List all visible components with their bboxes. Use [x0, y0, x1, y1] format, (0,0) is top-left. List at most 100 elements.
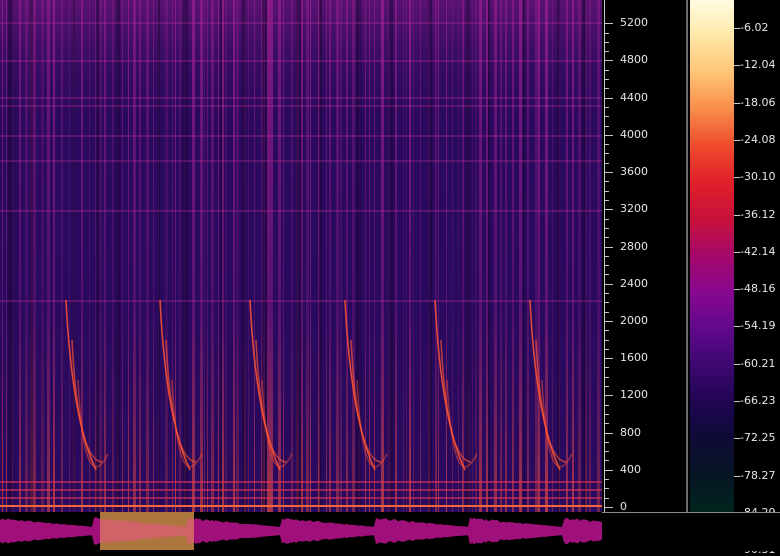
spectrogram-onset-streak	[53, 0, 55, 512]
color-scale-label: -24.08	[740, 132, 776, 146]
spectrogram-onset-streak	[413, 0, 414, 512]
spectrogram-onset-streak	[597, 0, 600, 512]
frequency-minor-tick	[604, 274, 609, 276]
spectrogram-onset-streak	[306, 0, 309, 512]
spectrogram-onset-streak	[535, 0, 538, 512]
spectrogram-onset-streak	[475, 0, 477, 512]
spectrogram-onset-streak	[458, 0, 459, 512]
spectrogram-onset-streak	[310, 0, 311, 512]
frequency-minor-tick	[604, 441, 609, 443]
frequency-minor-tick	[604, 348, 609, 350]
frequency-tick	[604, 469, 613, 471]
spectrogram-onset-streak	[486, 0, 488, 512]
color-scale-ticks: -6.02 -12.04 -18.06 -24.08 -30.10 -36.12 -42.1…	[734, 0, 780, 555]
spectrogram-onset-streak	[462, 0, 464, 512]
frequency-tick	[604, 507, 613, 508]
spectrogram-onset-streak	[33, 0, 36, 512]
color-scale-bar: -6.02 -12.04 -18.06 -24.08 -30.10 -36.12 -42.1…	[688, 0, 780, 555]
frequency-minor-tick	[604, 237, 609, 239]
spectrogram-onset-streak	[420, 0, 421, 512]
waveform-image	[0, 512, 602, 550]
frequency-minor-tick	[604, 116, 609, 118]
spectrogram-fundamental	[0, 489, 602, 491]
spectrogram-onset-streak	[112, 0, 114, 512]
frequency-minor-tick	[604, 413, 609, 415]
spectrogram-onset-streak	[69, 0, 70, 512]
frequency-minor-tick	[604, 106, 609, 108]
frequency-label: 2000	[620, 313, 648, 327]
spectrogram-onset-streak	[589, 0, 591, 512]
spectrogram-gap	[30, 0, 33, 512]
frequency-minor-tick	[604, 339, 609, 341]
color-scale-label: -48.16	[740, 282, 776, 296]
frequency-label: 4800	[620, 53, 648, 67]
spectrogram-onset-streak	[512, 0, 514, 512]
frequency-label: 800	[620, 425, 641, 439]
color-scale-label: -66.23	[740, 394, 776, 407]
spectrogram-onset-streak	[566, 0, 568, 512]
spectrogram-gap	[158, 0, 160, 512]
spectrogram-onset-streak	[494, 0, 497, 512]
frequency-minor-tick	[604, 255, 609, 257]
frequency-tick	[604, 209, 613, 211]
spectrogram-onset-streak	[225, 0, 227, 512]
frequency-minor-tick	[604, 451, 609, 453]
frequency-tick	[604, 283, 613, 285]
spectrogram-onset-streak	[133, 0, 136, 512]
spectrogram-onset-streak	[381, 0, 384, 512]
frequency-minor-tick	[604, 404, 609, 406]
spectrogram-onset-streak	[369, 0, 370, 512]
frequency-minor-tick	[604, 497, 609, 499]
frequency-label: 4400	[620, 90, 648, 104]
spectrogram-onset-streak	[139, 0, 141, 512]
frequency-minor-tick	[604, 79, 609, 81]
spectrogram-gap	[96, 0, 99, 512]
frequency-minor-tick	[604, 218, 609, 220]
spectrogram-gap	[319, 0, 322, 512]
spectrogram-onset-streak	[472, 0, 473, 512]
spectrogram-gap	[523, 0, 525, 512]
spectrogram-onset-streak	[479, 0, 482, 512]
spectrogram-gap	[389, 0, 393, 512]
spectrogram-gap	[73, 0, 75, 512]
spectrogram-onset-streak	[179, 0, 181, 512]
frequency-label: 1600	[620, 351, 648, 365]
spectrogram-onset-streak	[446, 0, 447, 512]
spectrogram-onset-streak	[374, 0, 375, 512]
spectrogram-view[interactable]	[0, 0, 602, 512]
spectrogram-harmonic-band	[0, 22, 602, 24]
spectrogram-onset-streak	[406, 0, 407, 512]
frequency-minor-tick	[604, 302, 609, 304]
spectrogram-harmonic-band	[0, 105, 602, 107]
spectrogram-gap	[242, 0, 246, 512]
spectrogram-onset-streak	[403, 0, 404, 512]
frequency-minor-tick	[604, 32, 609, 34]
spectrogram-fundamental	[0, 481, 602, 483]
frequency-tick	[604, 320, 613, 322]
spectrogram-onset-streak	[278, 0, 281, 512]
spectrogram-gap	[488, 0, 490, 512]
frequency-tick	[604, 172, 613, 174]
frequency-label: 400	[620, 462, 641, 476]
spectrogram-gap	[356, 0, 361, 512]
spectrogram-onset-streak	[99, 0, 102, 512]
spectrogram-harmonic-band	[0, 60, 602, 62]
color-scale-label: -54.19	[740, 319, 776, 333]
spectrogram-onset-streak	[200, 0, 203, 512]
spectrogram-onset-streak	[352, 0, 355, 512]
frequency-minor-tick	[604, 367, 609, 369]
frequency-minor-tick	[604, 376, 609, 378]
spectrogram-onset-streak	[192, 0, 195, 512]
waveform-overview[interactable]	[0, 512, 602, 550]
spectrogram-onset-streak	[146, 0, 149, 512]
frequency-minor-tick	[604, 311, 609, 313]
bottom-right-panel	[602, 512, 780, 551]
spectrogram-onset-streak	[572, 0, 574, 512]
spectrogram-onset-streak	[538, 0, 540, 512]
color-gradient	[690, 0, 734, 512]
spectrogram-onset-streak	[175, 0, 176, 512]
spectrogram-harmonic-band	[0, 135, 602, 137]
spectrogram-onset-streak	[291, 0, 293, 512]
frequency-minor-tick	[604, 386, 609, 388]
spectrogram-onset-streak	[222, 0, 224, 512]
